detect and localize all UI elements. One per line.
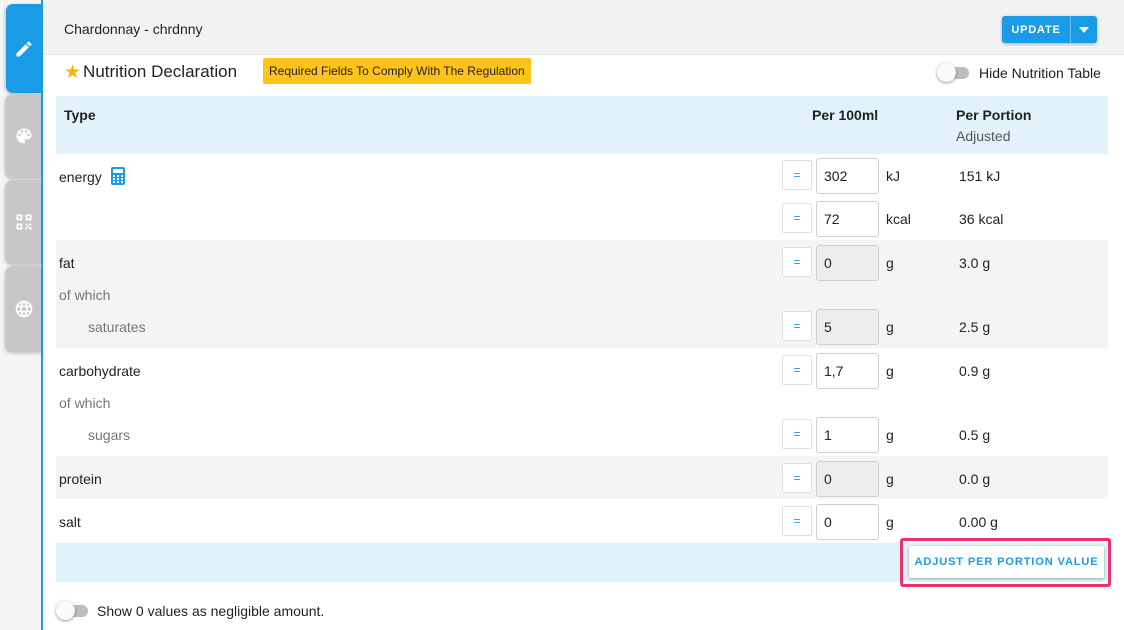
row-label-carbohydrate: carbohydrate	[59, 363, 141, 379]
saturates-unit: g	[886, 319, 894, 335]
protein-portion: 0.0 g	[959, 471, 991, 487]
carbohydrate-input[interactable]	[816, 353, 879, 389]
salt-input[interactable]	[816, 504, 879, 540]
saturates-portion: 2.5 g	[959, 319, 991, 335]
pencil-icon	[16, 40, 32, 56]
update-split-button: UPDATE	[1002, 16, 1097, 43]
energy-kj-portion: 151 kJ	[959, 168, 1001, 184]
sugars-input[interactable]	[816, 417, 879, 453]
calculator-icon[interactable]	[111, 167, 125, 185]
toggle-knob	[56, 601, 75, 620]
update-dropdown-toggle[interactable]	[1071, 16, 1097, 43]
col-per-portion: Per Portion	[956, 107, 1032, 123]
negligible-label: Show 0 values as negligible amount.	[97, 603, 325, 619]
equals-button-sugars[interactable]: =	[782, 419, 812, 449]
col-per-100ml: Per 100ml	[812, 107, 879, 123]
side-tab-rail	[0, 0, 42, 630]
table-header: Type Per 100ml Per Portion Adjusted	[56, 96, 1108, 154]
energy-kcal-unit: kcal	[886, 211, 911, 227]
row-label-saturates: saturates	[88, 319, 146, 335]
fat-portion: 3.0 g	[959, 255, 991, 271]
equals-button-energy-kj[interactable]: =	[782, 160, 812, 190]
fat-of-which-label: of which	[59, 287, 111, 303]
equals-button-carbohydrate[interactable]: =	[782, 355, 812, 385]
tab-qr-code[interactable]	[6, 180, 42, 264]
salt-unit: g	[886, 514, 894, 530]
section-title: Nutrition Declaration	[83, 62, 238, 81]
globe-icon	[15, 300, 33, 318]
update-button[interactable]: UPDATE	[1002, 16, 1070, 43]
carbohydrate-portion: 0.9 g	[959, 363, 991, 379]
col-per-portion-sub: Adjusted	[956, 128, 1011, 144]
row-label-sugars: sugars	[88, 427, 131, 443]
required-fields-badge: Required Fields To Comply With The Regul…	[263, 58, 531, 84]
row-label-salt: salt	[59, 514, 81, 530]
carbohydrate-unit: g	[886, 363, 894, 379]
equals-button-fat[interactable]: =	[782, 247, 812, 277]
qr-code-icon	[16, 214, 32, 230]
fat-unit: g	[886, 255, 894, 271]
energy-kcal-input[interactable]	[816, 201, 879, 237]
star-icon: ★	[64, 61, 82, 83]
equals-button-salt[interactable]: =	[782, 506, 812, 536]
palette-icon	[16, 128, 32, 144]
row-label-energy: energy	[59, 169, 102, 185]
equals-button-saturates[interactable]: =	[782, 311, 812, 341]
salt-portion: 0.00 g	[959, 514, 998, 530]
toggle-knob	[937, 63, 956, 82]
equals-button-energy-kcal[interactable]: =	[782, 203, 812, 233]
row-band-protein	[56, 456, 1108, 499]
hide-table-label: Hide Nutrition Table	[979, 65, 1101, 81]
adjust-per-portion-button[interactable]: ADJUST PER PORTION VALUE	[909, 546, 1104, 578]
energy-kj-input[interactable]	[816, 158, 879, 194]
hide-table-toggle[interactable]	[937, 63, 971, 82]
main-panel: Chardonnay - chrdnny UPDATE ★ Nutrition …	[43, 0, 1124, 630]
fat-input[interactable]	[816, 245, 879, 281]
col-type: Type	[64, 107, 96, 123]
sugars-unit: g	[886, 427, 894, 443]
sugars-portion: 0.5 g	[959, 427, 991, 443]
saturates-input[interactable]	[816, 309, 879, 345]
tab-edit[interactable]	[6, 4, 42, 93]
caret-down-icon	[1079, 26, 1089, 33]
top-bar: Chardonnay - chrdnny UPDATE	[43, 0, 1124, 55]
tab-languages[interactable]	[6, 266, 42, 352]
equals-button-protein[interactable]: =	[782, 463, 812, 493]
tab-design[interactable]	[6, 94, 42, 178]
section-heading: ★ Nutrition Declaration	[64, 60, 237, 84]
row-label-protein: protein	[59, 471, 102, 487]
energy-kj-unit: kJ	[886, 168, 900, 184]
energy-kcal-portion: 36 kcal	[959, 211, 1004, 227]
protein-input[interactable]	[816, 461, 879, 497]
row-label-fat: fat	[59, 255, 75, 271]
product-title: Chardonnay - chrdnny	[64, 21, 203, 37]
negligible-toggle[interactable]	[56, 601, 90, 620]
protein-unit: g	[886, 471, 894, 487]
row-band-fat	[56, 240, 1108, 348]
carb-of-which-label: of which	[59, 395, 111, 411]
